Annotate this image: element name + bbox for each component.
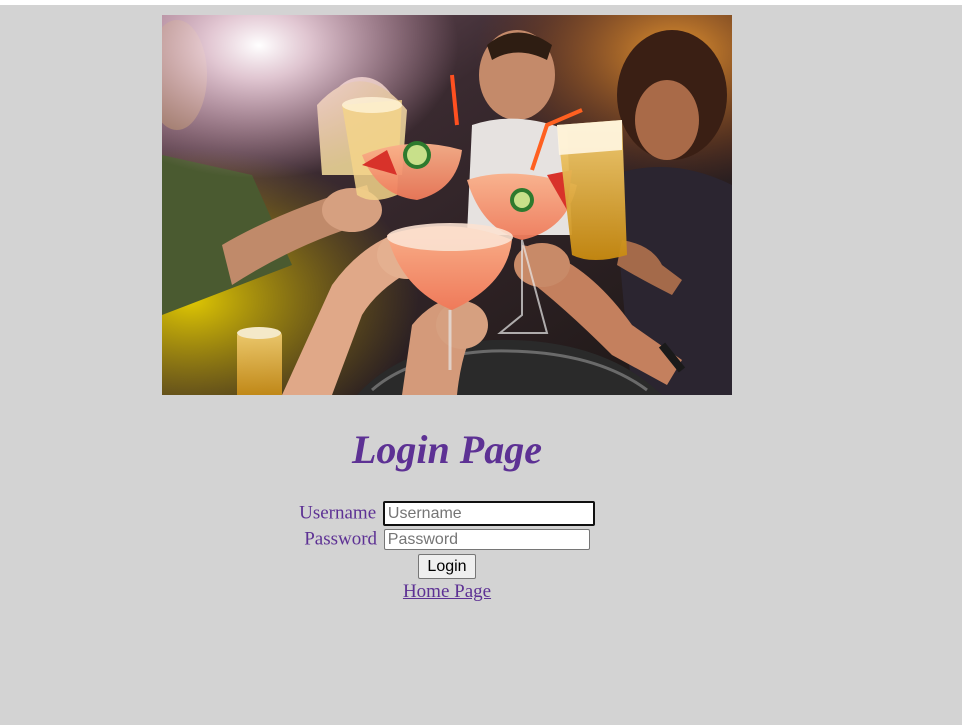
password-row: Password <box>0 526 894 552</box>
login-button[interactable]: Login <box>418 554 476 580</box>
password-input[interactable] <box>383 529 590 551</box>
login-button-row: Login <box>0 552 894 580</box>
home-link-row: Home Page <box>0 580 894 604</box>
page-title: Login Page <box>352 427 542 472</box>
login-form: Username Password Login Home Page <box>0 500 894 604</box>
username-row: Username <box>0 500 894 527</box>
page-background: Login Page Username Password Login Home … <box>0 5 962 725</box>
home-page-link[interactable]: Home Page <box>403 581 491 602</box>
username-input[interactable] <box>382 501 595 527</box>
password-label: Password <box>304 528 378 550</box>
hero-image <box>162 15 732 395</box>
username-label: Username <box>299 502 377 524</box>
